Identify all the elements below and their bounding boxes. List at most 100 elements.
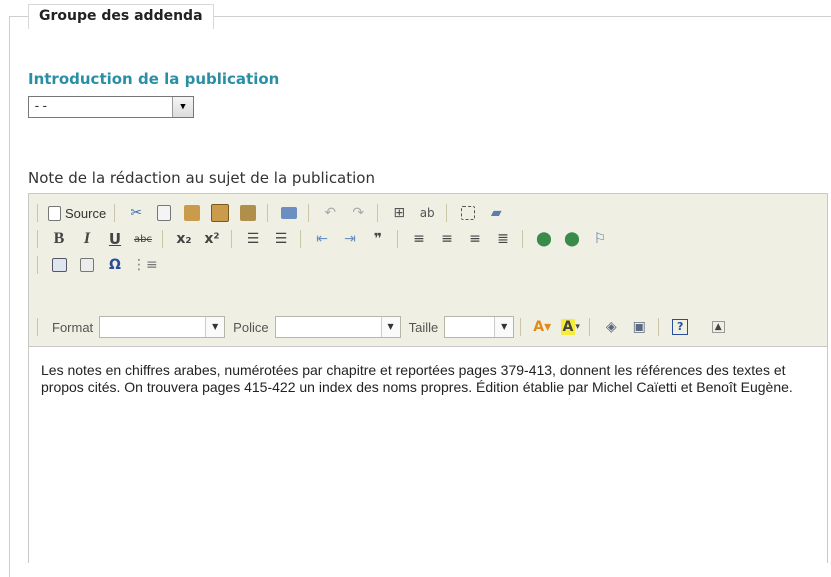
text-color-button[interactable]: A▾ (529, 316, 555, 338)
toolbar-separator (397, 230, 398, 248)
horizontal-rule-button[interactable] (74, 254, 100, 276)
help-button[interactable]: ? (667, 316, 693, 338)
toolbar-separator (267, 204, 269, 222)
justify-button[interactable]: ≣ (490, 228, 516, 250)
source-icon (48, 205, 61, 221)
collapse-icon: ▲ (711, 321, 725, 333)
source-button[interactable]: Source (46, 202, 108, 224)
chevron-down-icon: ▼ (494, 317, 514, 337)
bulleted-list-button[interactable]: ☰ (268, 228, 294, 250)
subscript-button[interactable]: x₂ (171, 228, 197, 250)
bulleted-list-icon: ☰ (274, 231, 288, 247)
select-all-button[interactable] (455, 202, 481, 224)
remove-format-button[interactable]: ▰ (483, 202, 509, 224)
police-combo[interactable]: ▼ (274, 316, 401, 338)
toolbar-separator (37, 230, 38, 248)
replace-icon: ab (419, 206, 435, 220)
find-button[interactable]: ⊞ (386, 202, 412, 224)
paste-icon (184, 205, 201, 221)
undo-icon: ↶ (324, 205, 337, 221)
redo-button[interactable]: ↷ (345, 202, 371, 224)
fieldset-legend: Groupe des addenda (28, 4, 214, 29)
page-break-icon: ⋮≡ (132, 257, 158, 273)
italic-button[interactable]: I (74, 228, 100, 250)
replace-button[interactable]: ab (414, 202, 440, 224)
bold-label: B (53, 230, 65, 247)
maximize-icon: ◈ (605, 319, 617, 335)
format-combo[interactable]: ▼ (99, 316, 226, 338)
print-button[interactable] (276, 202, 302, 224)
bold-button[interactable]: B (46, 228, 72, 250)
bg-color-icon: A (560, 319, 576, 335)
unlink-icon: ⬤ (564, 231, 580, 247)
horizontal-rule-icon (80, 258, 94, 272)
copy-button[interactable] (151, 202, 177, 224)
omega-label: Ω (109, 257, 121, 273)
source-button-label: Source (65, 205, 107, 221)
align-left-icon: ≡ (413, 231, 425, 247)
table-icon (51, 258, 67, 272)
toolbar-separator (589, 318, 591, 336)
superscript-button[interactable]: x² (199, 228, 225, 250)
strike-label: abc (134, 233, 152, 245)
strike-button[interactable]: abc (130, 228, 156, 250)
chevron-down-icon: ▼ (172, 97, 193, 117)
outdent-button[interactable]: ⇤ (309, 228, 335, 250)
eraser-icon: ▰ (490, 205, 502, 221)
underline-label: U (108, 230, 122, 248)
toolbar-separator (522, 230, 523, 248)
align-right-button[interactable]: ≡ (462, 228, 488, 250)
maximize-button[interactable]: ◈ (598, 316, 624, 338)
scissors-icon: ✂ (130, 205, 143, 221)
anchor-button[interactable]: ⚐ (587, 228, 613, 250)
cut-button[interactable]: ✂ (123, 202, 149, 224)
link-button[interactable]: ⬤ (531, 228, 557, 250)
paste-word-button[interactable] (235, 202, 261, 224)
select-all-icon (461, 206, 476, 220)
redo-icon: ↷ (352, 205, 365, 221)
show-blocks-icon: ▣ (632, 319, 646, 335)
toolbar-separator (231, 230, 232, 248)
flag-icon: ⚐ (593, 231, 607, 247)
toolbar-separator (520, 318, 522, 336)
toolbar-separator (114, 204, 116, 222)
chevron-down-icon: ▼ (205, 317, 225, 337)
toolbar-separator (37, 204, 38, 222)
print-icon (281, 207, 298, 219)
toolbar-row-2: B I U abc x₂ x² ☰ ☰ ⇤ ⇥ ❞ ≡ ≡ ≡ ≣ ⬤ ⬤ ⚐ (29, 226, 613, 252)
binoculars-icon: ⊞ (393, 205, 406, 221)
toolbar-separator (37, 318, 38, 336)
paste-text-button[interactable] (207, 202, 233, 224)
chevron-down-icon: ▼ (380, 317, 400, 337)
special-char-button[interactable]: Ω (102, 254, 128, 276)
indent-icon: ⇥ (344, 231, 356, 247)
superscript-label: x² (204, 231, 220, 247)
toolbar-separator (377, 204, 379, 222)
paste-word-icon (240, 205, 257, 221)
collapse-toolbar-button[interactable]: ▲ (705, 316, 731, 338)
outdent-icon: ⇤ (316, 231, 328, 247)
numbered-list-button[interactable]: ☰ (240, 228, 266, 250)
align-right-icon: ≡ (469, 231, 481, 247)
toolbar-separator (446, 204, 448, 222)
align-left-button[interactable]: ≡ (406, 228, 432, 250)
undo-button[interactable]: ↶ (317, 202, 343, 224)
introduction-title: Introduction de la publication (28, 70, 280, 88)
align-center-button[interactable]: ≡ (434, 228, 460, 250)
text-color-icon: A▾ (533, 319, 552, 335)
numbered-list-icon: ☰ (246, 231, 260, 247)
note-content-text: Les notes en chiffres arabes, numérotées… (41, 362, 793, 395)
taille-combo[interactable]: ▼ (444, 316, 515, 338)
editor-content[interactable]: Les notes en chiffres arabes, numérotées… (29, 346, 827, 563)
toolbar-separator (308, 204, 310, 222)
blockquote-button[interactable]: ❞ (365, 228, 391, 250)
table-button[interactable] (46, 254, 72, 276)
show-blocks-button[interactable]: ▣ (626, 316, 652, 338)
bg-color-button[interactable]: A ▾ (557, 316, 583, 338)
unlink-button[interactable]: ⬤ (559, 228, 585, 250)
page-break-button[interactable]: ⋮≡ (130, 254, 160, 276)
paste-button[interactable] (179, 202, 205, 224)
introduction-select[interactable]: -- ▼ (28, 96, 194, 118)
underline-button[interactable]: U (102, 228, 128, 250)
indent-button[interactable]: ⇥ (337, 228, 363, 250)
